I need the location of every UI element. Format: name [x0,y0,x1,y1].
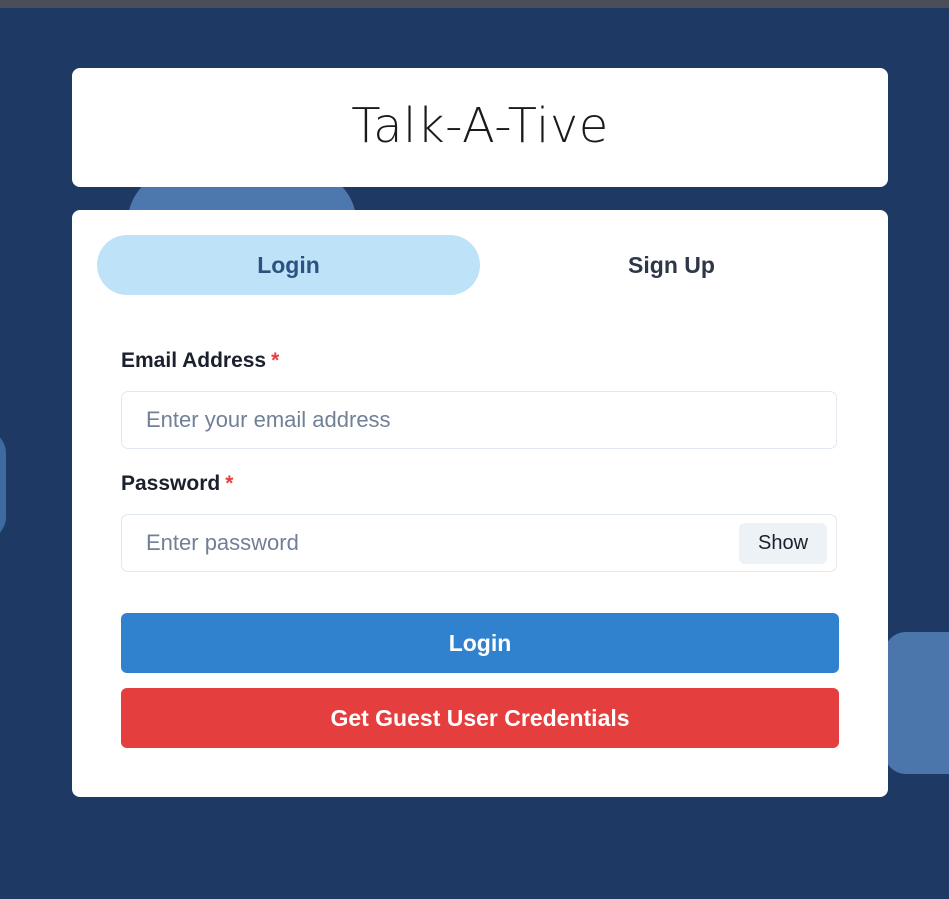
email-field[interactable] [122,392,836,448]
password-label-text: Password [121,472,221,495]
app-title: Talk-A-Tive [351,97,609,154]
tab-sign-up[interactable]: Sign Up [480,235,863,295]
password-field-box: Show [121,514,837,572]
login-button[interactable]: Login [121,613,839,673]
auth-tabs: Login Sign Up [97,235,863,295]
password-required-mark: * [225,472,234,495]
window-top-bar [0,0,949,8]
background-blob-right [884,632,949,774]
guest-credentials-button[interactable]: Get Guest User Credentials [121,688,839,748]
password-label: Password * [121,472,233,496]
email-field-box [121,391,837,449]
auth-card: Login Sign Up Email Address* Password* S… [72,210,888,797]
tab-login[interactable]: Login [97,235,480,295]
show-password-button[interactable]: Show [739,523,827,564]
background-blob-left [0,430,6,540]
email-label-text: Email Address [121,349,267,372]
header-card: Talk-A-Tive [72,68,888,187]
email-label: Email Address * [121,349,279,373]
email-required-mark: * [271,349,280,372]
password-field[interactable] [122,515,836,571]
